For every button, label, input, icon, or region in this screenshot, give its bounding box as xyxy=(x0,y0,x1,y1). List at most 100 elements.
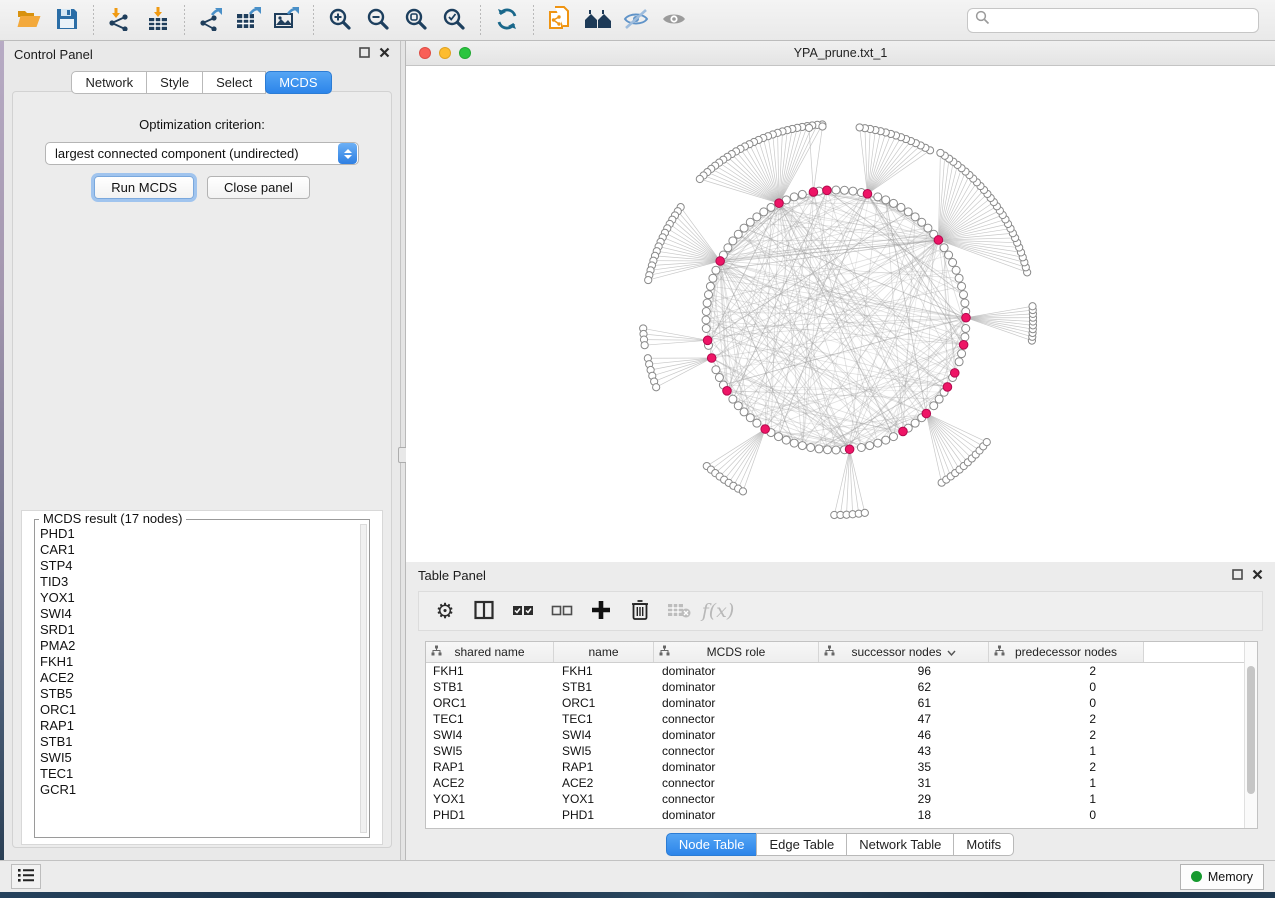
cell: SWI5 xyxy=(426,744,554,758)
table-row[interactable]: FKH1FKH1dominator962 xyxy=(426,663,1257,679)
table-row[interactable]: PHD1PHD1dominator180 xyxy=(426,807,1257,823)
import-table-icon xyxy=(146,7,170,34)
mcds-result-item[interactable]: STB1 xyxy=(40,734,359,750)
mcds-result-item[interactable]: ORC1 xyxy=(40,702,359,718)
cell: 0 xyxy=(989,808,1144,822)
table-row[interactable]: ORC1ORC1dominator610 xyxy=(426,695,1257,711)
show-all-button[interactable] xyxy=(657,4,691,36)
mcds-result-item[interactable]: RAP1 xyxy=(40,718,359,734)
select-all-columns-button[interactable] xyxy=(509,597,537,625)
export-table-button[interactable] xyxy=(232,4,266,36)
network-canvas[interactable] xyxy=(406,66,1275,562)
cell: 61 xyxy=(819,696,989,710)
run-mcds-button[interactable]: Run MCDS xyxy=(94,176,194,199)
mcds-result-list[interactable]: PHD1CAR1STP4TID3YOX1SWI4SRD1PMA2FKH1ACE2… xyxy=(37,526,359,835)
export-network-icon xyxy=(199,7,223,34)
cell: 29 xyxy=(819,792,989,806)
table-row[interactable]: YOX1YOX1connector291 xyxy=(426,791,1257,807)
mcds-result-item[interactable]: SWI4 xyxy=(40,606,359,622)
search-field[interactable] xyxy=(967,8,1259,33)
cell: dominator xyxy=(654,760,819,774)
save-button[interactable] xyxy=(50,4,84,36)
tab-edge-table[interactable]: Edge Table xyxy=(756,833,847,856)
mcds-result-item[interactable]: SWI5 xyxy=(40,750,359,766)
mcds-result-item[interactable]: ACE2 xyxy=(40,670,359,686)
tab-select[interactable]: Select xyxy=(202,71,266,94)
export-image-button[interactable] xyxy=(270,4,304,36)
float-panel-icon[interactable] xyxy=(1232,567,1243,585)
criterion-select[interactable]: largest connected component (undirected) xyxy=(45,142,359,165)
mcds-result-item[interactable]: PMA2 xyxy=(40,638,359,654)
tab-network[interactable]: Network xyxy=(71,71,147,94)
hide-selected-button[interactable] xyxy=(619,4,653,36)
table-row[interactable]: SWI4SWI4dominator462 xyxy=(426,727,1257,743)
tab-network-table[interactable]: Network Table xyxy=(846,833,954,856)
column-header-predecessor-nodes[interactable]: predecessor nodes xyxy=(989,642,1144,662)
control-panel-tabs: NetworkStyleSelectMCDS xyxy=(4,71,400,94)
toolbar-separator xyxy=(480,5,481,35)
mcds-result-item[interactable]: GCR1 xyxy=(40,782,359,798)
tab-mcds[interactable]: MCDS xyxy=(265,71,331,94)
column-header-name[interactable]: name xyxy=(554,642,654,662)
main-toolbar xyxy=(0,0,1275,41)
table-row[interactable]: TEC1TEC1connector472 xyxy=(426,711,1257,727)
duplicate-network-button[interactable] xyxy=(543,4,577,36)
import-table-button[interactable] xyxy=(141,4,175,36)
mcds-result-item[interactable]: FKH1 xyxy=(40,654,359,670)
mcds-result-item[interactable]: SRD1 xyxy=(40,622,359,638)
delete-column-button[interactable] xyxy=(626,597,654,625)
zoom-out-button[interactable] xyxy=(361,4,395,36)
export-network-button[interactable] xyxy=(194,4,228,36)
create-column-button[interactable] xyxy=(587,597,615,625)
unselect-all-columns-button[interactable] xyxy=(548,597,576,625)
close-panel-icon[interactable] xyxy=(1252,567,1263,585)
table-settings-button[interactable]: ⚙ xyxy=(431,597,459,625)
column-header-MCDS-role[interactable]: MCDS role xyxy=(654,642,819,662)
column-type-icon xyxy=(659,645,670,659)
cell: SWI4 xyxy=(554,728,654,742)
mcds-result-item[interactable]: PHD1 xyxy=(40,526,359,542)
network-titlebar[interactable]: YPA_prune.txt_1 xyxy=(406,41,1275,66)
float-panel-icon[interactable] xyxy=(359,45,370,63)
table-row[interactable]: STB1STB1dominator620 xyxy=(426,679,1257,695)
refresh-button[interactable] xyxy=(490,4,524,36)
mcds-result-item[interactable]: YOX1 xyxy=(40,590,359,606)
zoom-selected-button[interactable] xyxy=(437,4,471,36)
mcds-result-item[interactable]: TEC1 xyxy=(40,766,359,782)
delete-table-button[interactable] xyxy=(665,597,693,625)
tab-node-table[interactable]: Node Table xyxy=(666,833,758,856)
mcds-result-item[interactable]: STP4 xyxy=(40,558,359,574)
memory-button[interactable]: Memory xyxy=(1180,864,1264,890)
show-panels-button[interactable] xyxy=(11,864,41,889)
optimization-criterion-label: Optimization criterion: xyxy=(13,117,391,132)
scrollbar-thumb[interactable] xyxy=(1247,666,1255,794)
zoom-in-button[interactable] xyxy=(323,4,357,36)
mcds-list-scrollbar[interactable] xyxy=(360,524,367,833)
close-panel-button[interactable]: Close panel xyxy=(207,176,310,199)
table-row[interactable]: ACE2ACE2connector311 xyxy=(426,775,1257,791)
table-row[interactable]: SWI5SWI5connector431 xyxy=(426,743,1257,759)
first-neighbors-button[interactable] xyxy=(581,4,615,36)
search-input[interactable] xyxy=(995,13,1251,28)
column-header-shared-name[interactable]: shared name xyxy=(426,642,554,662)
import-network-button[interactable] xyxy=(103,4,137,36)
tab-motifs[interactable]: Motifs xyxy=(953,833,1014,856)
save-icon xyxy=(56,8,78,33)
select-stepper-icon xyxy=(338,143,357,164)
show-columns-button[interactable] xyxy=(470,597,498,625)
tab-style[interactable]: Style xyxy=(146,71,203,94)
table-row[interactable]: RAP1RAP1dominator352 xyxy=(426,759,1257,775)
zoom-fit-button[interactable] xyxy=(399,4,433,36)
mcds-result-item[interactable]: STB5 xyxy=(40,686,359,702)
function-builder-button[interactable]: f(x) xyxy=(704,597,732,625)
table-scrollbar[interactable] xyxy=(1244,642,1257,828)
column-header-successor-nodes[interactable]: successor nodes xyxy=(819,642,989,662)
cell: 47 xyxy=(819,712,989,726)
cell: connector xyxy=(654,744,819,758)
open-file-button[interactable] xyxy=(12,4,46,36)
close-panel-icon[interactable] xyxy=(379,45,390,63)
mcds-result-item[interactable]: TID3 xyxy=(40,574,359,590)
export-table-icon xyxy=(236,7,262,34)
mcds-result-item[interactable]: CAR1 xyxy=(40,542,359,558)
columns-icon xyxy=(474,600,494,623)
